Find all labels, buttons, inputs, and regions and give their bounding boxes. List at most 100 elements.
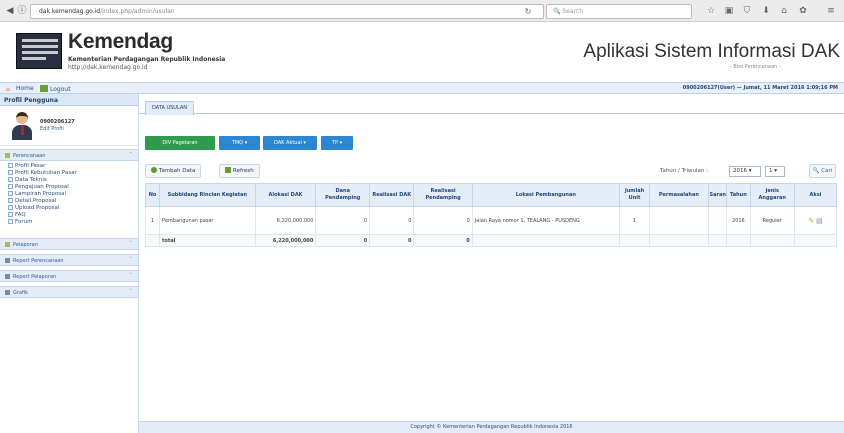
search-label: Cari	[821, 168, 833, 174]
sidebar-item-label: Forum	[15, 219, 33, 225]
folder-icon	[5, 153, 10, 158]
refresh-label: Refresh	[233, 168, 254, 174]
tp-button[interactable]: TP ▾	[321, 136, 353, 150]
section-label: Perencanaan	[13, 153, 46, 159]
back-icon[interactable]: ◀	[4, 5, 16, 17]
section-label: Grafik	[13, 290, 29, 296]
dak-aktual-button[interactable]: DAK Aktual ▾	[263, 136, 317, 150]
cell-empty	[618, 234, 651, 247]
edit-profile-link[interactable]: Edit Profil	[40, 126, 64, 132]
file-icon	[8, 219, 13, 224]
cell-empty	[471, 234, 620, 247]
sidebar-item-faq[interactable]: FAQ	[0, 212, 138, 219]
sidebar-item-lampiran-proposal[interactable]: Lampiran Proposal	[0, 191, 138, 198]
col-header: Subbidang Rincian Kegiatan	[159, 183, 256, 207]
footer: Copyright © Kementerian Perdagangan Repu…	[139, 421, 844, 433]
sidebar-section-grafik[interactable]: Grafik ˇ	[0, 286, 138, 298]
menu-icon[interactable]: ≡	[824, 4, 838, 18]
tab-data-usulan[interactable]: DATA USULAN	[145, 101, 195, 115]
delete-icon[interactable]: ▤	[816, 217, 823, 225]
col-header: Jumlah Unit	[618, 183, 651, 207]
cell-pendamping: 0	[315, 206, 371, 235]
col-header: Realisasi DAK	[369, 183, 415, 207]
col-header: Tahun	[726, 183, 751, 207]
col-header: Saran	[707, 183, 728, 207]
col-header: Realisasi Pendamping	[413, 183, 473, 207]
chevron-down-icon: ˇ	[129, 241, 132, 248]
star-icon[interactable]: ☆	[704, 4, 718, 18]
url-bar[interactable]: dak.kemendag.go.id/index.php/admin/usula…	[30, 4, 544, 19]
url-path: /index.php/admin/usulan	[100, 8, 175, 15]
plus-icon	[151, 167, 157, 173]
home-icon: ⌂	[6, 86, 10, 93]
section-label: Report Pelaporan	[13, 274, 57, 280]
refresh-button[interactable]: Refresh	[219, 164, 260, 178]
sidebar-item-forum[interactable]: Forum	[0, 219, 138, 226]
logout-label: Logout	[50, 86, 71, 93]
cell-empty	[726, 234, 751, 247]
sidebar-item-detail-proposal[interactable]: Detail Proposal	[0, 198, 138, 205]
sidebar-section-pelaporan[interactable]: Pelaporan ˇ	[0, 238, 138, 250]
table-toolbar: Tambah Data Refresh Tahun / Triwulan : 2…	[145, 164, 837, 178]
profile-name: 0900206127	[40, 119, 75, 125]
table-row[interactable]: 1 Pembangunan pasar 6,220,000,000 0 0 0 …	[145, 206, 838, 235]
logout-icon	[40, 85, 48, 92]
cell-saran	[707, 206, 728, 235]
user-session-info: 0900206127(User) — Jumat, 11 Maret 2016 …	[682, 85, 838, 91]
edit-pencil-icon[interactable]: ✎	[808, 217, 814, 225]
sidebar-title: Profil Pengguna	[0, 94, 138, 106]
extension-icon[interactable]: ✿	[796, 4, 810, 18]
sidebar-item-label: FAQ	[15, 212, 26, 218]
chevron-down-icon: ˇ	[129, 257, 132, 264]
year-select[interactable]: 2016 ▾	[729, 166, 761, 177]
sidebar-section-report-pelaporan[interactable]: Report Pelaporan ˇ	[0, 270, 138, 282]
avatar	[10, 112, 34, 140]
app-header: Kemendag Kementerian Perdagangan Republi…	[0, 22, 844, 82]
home-link[interactable]: ⌂ Home	[6, 85, 34, 93]
col-header: Jenis Anggaran	[749, 183, 795, 207]
sidebar-item-data-teknis[interactable]: Data Teknis	[0, 177, 138, 184]
search-button[interactable]: 🔍 Cari	[809, 164, 836, 178]
sidebar-section-perencanaan[interactable]: Perencanaan ˆ	[0, 149, 138, 161]
search-input[interactable]: 🔍 Search	[546, 4, 692, 19]
logout-link[interactable]: Logout	[40, 85, 71, 93]
total-realisasi-dak: 0	[369, 234, 415, 247]
add-data-button[interactable]: Tambah Data	[145, 164, 202, 178]
cell-tahun: 2016	[726, 206, 751, 235]
sidebar-item-profil-kebutuhan-pasar[interactable]: Profil Kebutuhan Pasar	[0, 170, 138, 177]
cell-lokasi: Jalan Raya nomor 1, TEALANG - PUSDENG	[471, 206, 620, 235]
chevron-up-icon: ˆ	[129, 152, 132, 159]
cell-jenis: Reguler	[749, 206, 795, 235]
sidebar-section-report-perencanaan[interactable]: Report Perencanaan ˇ	[0, 254, 138, 266]
year-quarter-label: Tahun / Triwulan :	[660, 168, 708, 174]
cell-alokasi: 6,220,000,000	[254, 206, 317, 235]
total-alokasi: 6,220,000,000	[254, 234, 317, 247]
section-label: Report Perencanaan	[13, 258, 64, 264]
download-icon[interactable]: ⬇	[759, 4, 773, 18]
cell-empty	[793, 234, 838, 247]
shield-icon[interactable]: ⛉	[740, 4, 754, 18]
home-icon[interactable]: ⌂	[777, 4, 791, 18]
profile-panel: 0900206127 Edit Profil	[0, 106, 138, 146]
quarter-select[interactable]: 1 ▾	[765, 166, 785, 177]
sidebar-item-upload-proposal[interactable]: Upload Proposal	[0, 205, 138, 212]
sidebar-item-pengajuan-proposal[interactable]: Pengajuan Proposal	[0, 184, 138, 191]
sidebar-item-profil-pasar[interactable]: Profil Pasar	[0, 163, 138, 170]
section-label: Pelaporan	[13, 242, 38, 248]
cell-no: 1	[145, 206, 160, 235]
div-pagelaran-button[interactable]: DIV Pagelaran	[145, 136, 215, 150]
tmq-button[interactable]: TMQ ▾	[219, 136, 260, 150]
info-icon[interactable]: ⓘ	[16, 5, 28, 17]
search-placeholder: Search	[562, 8, 584, 15]
clipboard-icon[interactable]: ▣	[722, 4, 736, 18]
file-icon	[8, 184, 13, 189]
browser-toolbar: ◀ ⓘ dak.kemendag.go.id/index.php/admin/u…	[0, 0, 844, 22]
col-header: Aksi	[793, 183, 838, 207]
col-header: Lokasi Pembangunan	[471, 183, 620, 207]
cell-unit: 1	[618, 206, 651, 235]
app-subtitle: - Biro Perencanaan -	[730, 64, 781, 70]
total-label: total	[159, 234, 256, 247]
sidebar-item-label: Data Teknis	[15, 177, 47, 183]
reload-icon[interactable]: ↻	[521, 4, 535, 19]
brand-url: http://dak.kemendag.go.id	[68, 64, 148, 71]
